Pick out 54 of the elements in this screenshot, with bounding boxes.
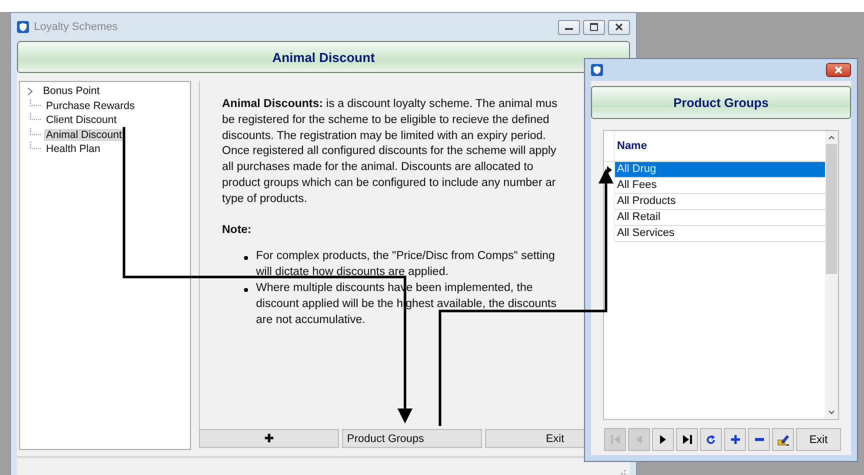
close-icon [615, 23, 623, 31]
bullet-text: are not accumulative. [256, 312, 366, 328]
add-button[interactable] [724, 428, 746, 451]
product-groups-button[interactable]: Product Groups [342, 429, 482, 448]
table-cell[interactable]: All Retail [615, 210, 825, 226]
bullet-icon [244, 256, 248, 260]
tree-item[interactable]: Bonus Point [41, 85, 102, 98]
bullet-text: will dictate how discounts are applied. [256, 265, 450, 280]
table-cell[interactable]: All Products [615, 194, 825, 210]
first-record-icon [610, 435, 620, 444]
description-text: all purchases made for the animal. Discounts are allocated to [222, 160, 534, 176]
close-icon [834, 66, 843, 74]
note-heading: Note: [222, 222, 252, 238]
edit-button[interactable] [772, 428, 794, 451]
description-text: Animal Discounts: is a discount loyalty scheme. The animal mus [222, 97, 558, 112]
tree-item[interactable]: Client Discount [44, 114, 119, 126]
refresh-icon [706, 434, 716, 444]
add-button[interactable]: ✚ [199, 429, 339, 448]
header-title: Animal Discount [272, 50, 375, 64]
description-text: product groups which can be configured to include any number ar [222, 176, 557, 191]
table-cell[interactable]: All Drug [615, 162, 825, 178]
minimize-button[interactable] [558, 20, 580, 34]
next-button[interactable] [652, 428, 674, 451]
table-cell[interactable]: All Fees [615, 178, 825, 194]
bullet-text: For complex products, the "Price/Disc from Comps" setting [256, 249, 555, 264]
description-text: Once registered all configured discounts for the scheme will apply [222, 144, 558, 160]
description-text: discounts. The registration may be limited with an expiry period. [222, 128, 547, 144]
scroll-bar[interactable] [825, 131, 838, 419]
remove-button[interactable] [748, 428, 770, 451]
plus-icon [730, 435, 740, 444]
minus-icon [754, 438, 764, 441]
column-header[interactable]: Name [615, 131, 647, 161]
window-title: Loyalty Schemes [34, 21, 118, 33]
shield-icon [591, 64, 603, 76]
pencil-icon [776, 433, 790, 446]
description-text: be registered for the scheme to be eligible to recieve the defined [222, 112, 550, 128]
tree-item[interactable]: Health Plan [44, 143, 102, 156]
tree-item[interactable]: Animal Discount [44, 128, 124, 141]
tree-item[interactable]: Purchase Rewards [44, 100, 137, 112]
description-text: type of products. [222, 192, 308, 207]
header-title: Product Groups [673, 96, 769, 110]
maximize-icon [590, 23, 598, 31]
bullet-icon [244, 288, 248, 292]
next-icon [660, 435, 666, 444]
last-record-icon [682, 435, 692, 444]
maximize-button[interactable] [583, 20, 605, 34]
close-button[interactable] [608, 20, 630, 34]
exit-button[interactable]: Exit [796, 428, 841, 451]
expand-icon[interactable] [27, 86, 34, 96]
shield-icon [17, 21, 29, 33]
close-button[interactable] [826, 63, 851, 77]
table-cell[interactable]: All Services [615, 226, 825, 242]
last-button[interactable] [676, 428, 698, 451]
refresh-button[interactable] [700, 428, 722, 451]
